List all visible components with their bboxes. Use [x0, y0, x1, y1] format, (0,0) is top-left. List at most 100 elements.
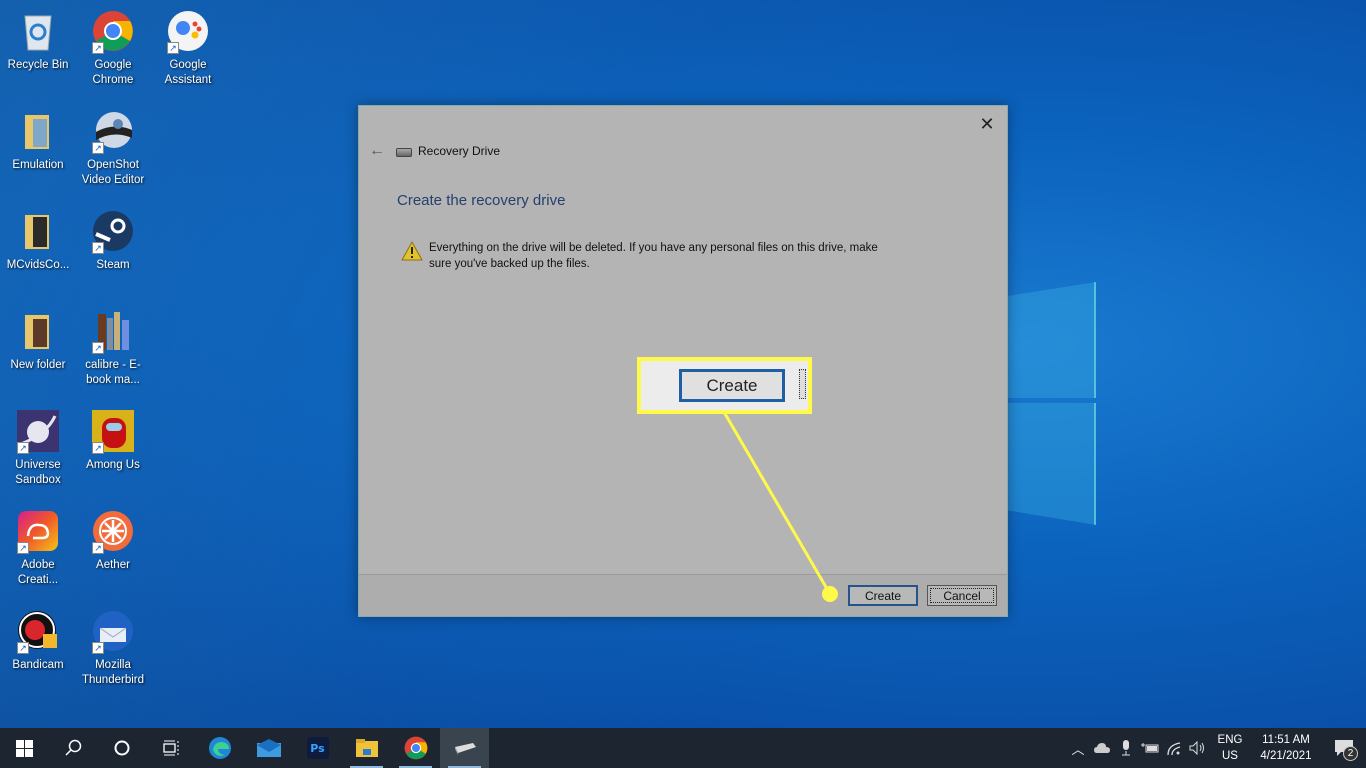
cortana-circle-icon [114, 740, 129, 756]
back-arrow-icon: ← [369, 142, 385, 159]
action-center-button[interactable]: 2 [1322, 728, 1366, 768]
microphone-icon [1122, 740, 1130, 756]
battery-button[interactable] [1138, 728, 1162, 768]
desktop-icon-label: Among Us [86, 459, 140, 471]
openshot-icon: ↗ [90, 108, 136, 154]
among-us-icon: ↗ [90, 408, 136, 454]
windows-logo-icon [15, 739, 33, 757]
notification-count-badge: 2 [1343, 746, 1358, 761]
language-code: ENG [1217, 734, 1243, 746]
desktop-icon-google-assistant[interactable]: ↗ Google Assistant [150, 8, 226, 88]
shortcut-arrow-icon: ↗ [17, 542, 29, 554]
universe-sandbox-icon: ↗ [15, 408, 61, 454]
desktop-icon-thunderbird[interactable]: ↗ Mozilla Thunderbird [75, 608, 151, 688]
task-view-button[interactable] [146, 728, 195, 768]
desktop-icon-label: Adobe Creati... [17, 559, 59, 586]
clock-date: 4/21/2021 [1260, 750, 1312, 762]
photoshop-button[interactable]: Ps [293, 728, 342, 768]
photoshop-icon: Ps [306, 737, 329, 759]
desktop-icon-label: calibre - E-book ma... [85, 359, 141, 386]
warning-text: Everything on the drive will be deleted.… [429, 242, 878, 270]
system-tray: ︿ ENG US 11:51 AM 4/21/2021 2 [1066, 728, 1366, 768]
warning-message: Everything on the drive will be deleted.… [401, 241, 899, 272]
clock-time: 11:51 AM [1262, 734, 1310, 746]
mail-icon [256, 739, 281, 757]
shortcut-arrow-icon: ↗ [92, 442, 104, 454]
shortcut-arrow-icon: ↗ [92, 642, 104, 654]
adobe-cc-icon: ↗ [15, 508, 61, 554]
desktop-icon-label: Bandicam [12, 659, 64, 671]
window-title: Recovery Drive [418, 144, 501, 158]
shortcut-arrow-icon: ↗ [92, 542, 104, 554]
desktop-icon-label: Google Chrome [92, 59, 134, 86]
desktop-icon-mcvids[interactable]: MCvidsCo... [0, 208, 76, 273]
desktop-icon-new-folder[interactable]: New folder [0, 308, 76, 373]
callout-cancel-edge [799, 369, 806, 399]
shortcut-arrow-icon: ↗ [92, 142, 104, 154]
desktop-icon-openshot[interactable]: ↗ OpenShot Video Editor [75, 108, 151, 188]
desktop-icon-label: Steam [96, 259, 130, 271]
shortcut-arrow-icon: ↗ [17, 442, 29, 454]
search-icon [64, 739, 81, 756]
desktop-icon-label: Universe Sandbox [15, 459, 61, 486]
chrome-icon [404, 736, 427, 760]
desktop-icon-steam[interactable]: ↗ Steam [75, 208, 151, 273]
folder-icon [15, 208, 61, 254]
microphone-button[interactable] [1114, 728, 1138, 768]
desktop-icon-adobe-creative-cloud[interactable]: ↗ Adobe Creati... [0, 508, 76, 588]
folder-icon [15, 108, 61, 154]
language-indicator[interactable]: ENG US [1210, 732, 1250, 764]
window-title-bar: Recovery Drive [396, 144, 500, 158]
search-button[interactable] [48, 728, 97, 768]
desktop-icon-calibre[interactable]: ↗ calibre - E-book ma... [75, 308, 151, 388]
desktop-icon-label: New folder [10, 359, 66, 371]
wifi-button[interactable] [1162, 728, 1186, 768]
edge-button[interactable] [195, 728, 244, 768]
drive-icon [454, 743, 476, 755]
shortcut-arrow-icon: ↗ [92, 342, 104, 354]
desktop-icon-google-chrome[interactable]: ↗ Google Chrome [75, 8, 151, 88]
page-heading: Create the recovery drive [397, 192, 566, 209]
chrome-button[interactable] [391, 728, 440, 768]
edge-icon [208, 737, 231, 759]
cortana-button[interactable] [97, 728, 146, 768]
thunderbird-icon: ↗ [90, 608, 136, 654]
calibre-icon: ↗ [90, 308, 136, 354]
onedrive-cloud-icon [1094, 743, 1110, 753]
file-explorer-button[interactable] [342, 728, 391, 768]
callout-zoom-box: Create [637, 357, 812, 414]
desktop-icon-recycle-bin[interactable]: Recycle Bin [0, 8, 76, 73]
speaker-icon [1189, 741, 1204, 755]
start-button[interactable] [0, 728, 48, 768]
desktop-icon-bandicam[interactable]: ↗ Bandicam [0, 608, 76, 673]
desktop-icon-among-us[interactable]: ↗ Among Us [75, 408, 151, 473]
shortcut-arrow-icon: ↗ [17, 642, 29, 654]
recovery-drive-button[interactable] [440, 728, 489, 768]
keyboard-region: US [1222, 750, 1238, 762]
bandicam-icon: ↗ [15, 608, 61, 654]
volume-button[interactable] [1186, 728, 1210, 768]
clock[interactable]: 11:51 AM 4/21/2021 [1250, 732, 1322, 764]
cancel-button[interactable]: Cancel [927, 585, 997, 606]
mail-button[interactable] [244, 728, 293, 768]
close-button[interactable]: ✕ [975, 112, 999, 136]
dialog-footer: Create Cancel [359, 574, 1007, 616]
wifi-icon [1167, 742, 1181, 755]
desktop-icon-label: Mozilla Thunderbird [81, 659, 144, 686]
task-view-icon [162, 740, 178, 756]
create-button[interactable]: Create [848, 585, 918, 606]
desktop-icon-label: Aether [96, 559, 130, 571]
desktop-icon-universe-sandbox[interactable]: ↗ Universe Sandbox [0, 408, 76, 488]
recycle-bin-icon [15, 8, 61, 54]
desktop-icon-label: Recycle Bin [7, 59, 69, 71]
show-hidden-icons-button[interactable]: ︿ [1066, 728, 1090, 768]
back-button[interactable]: ← [367, 141, 387, 161]
desktop-icon-emulation[interactable]: Emulation [0, 108, 76, 173]
google-assistant-icon: ↗ [165, 8, 211, 54]
shortcut-arrow-icon: ↗ [92, 242, 104, 254]
onedrive-button[interactable] [1090, 728, 1114, 768]
desktop-icon-aether[interactable]: ↗ Aether [75, 508, 151, 573]
steam-icon: ↗ [90, 208, 136, 254]
battery-charging-icon [1141, 743, 1159, 753]
taskbar: Ps ︿ ENG US 11:51 AM 4/21/2021 2 [0, 728, 1366, 768]
